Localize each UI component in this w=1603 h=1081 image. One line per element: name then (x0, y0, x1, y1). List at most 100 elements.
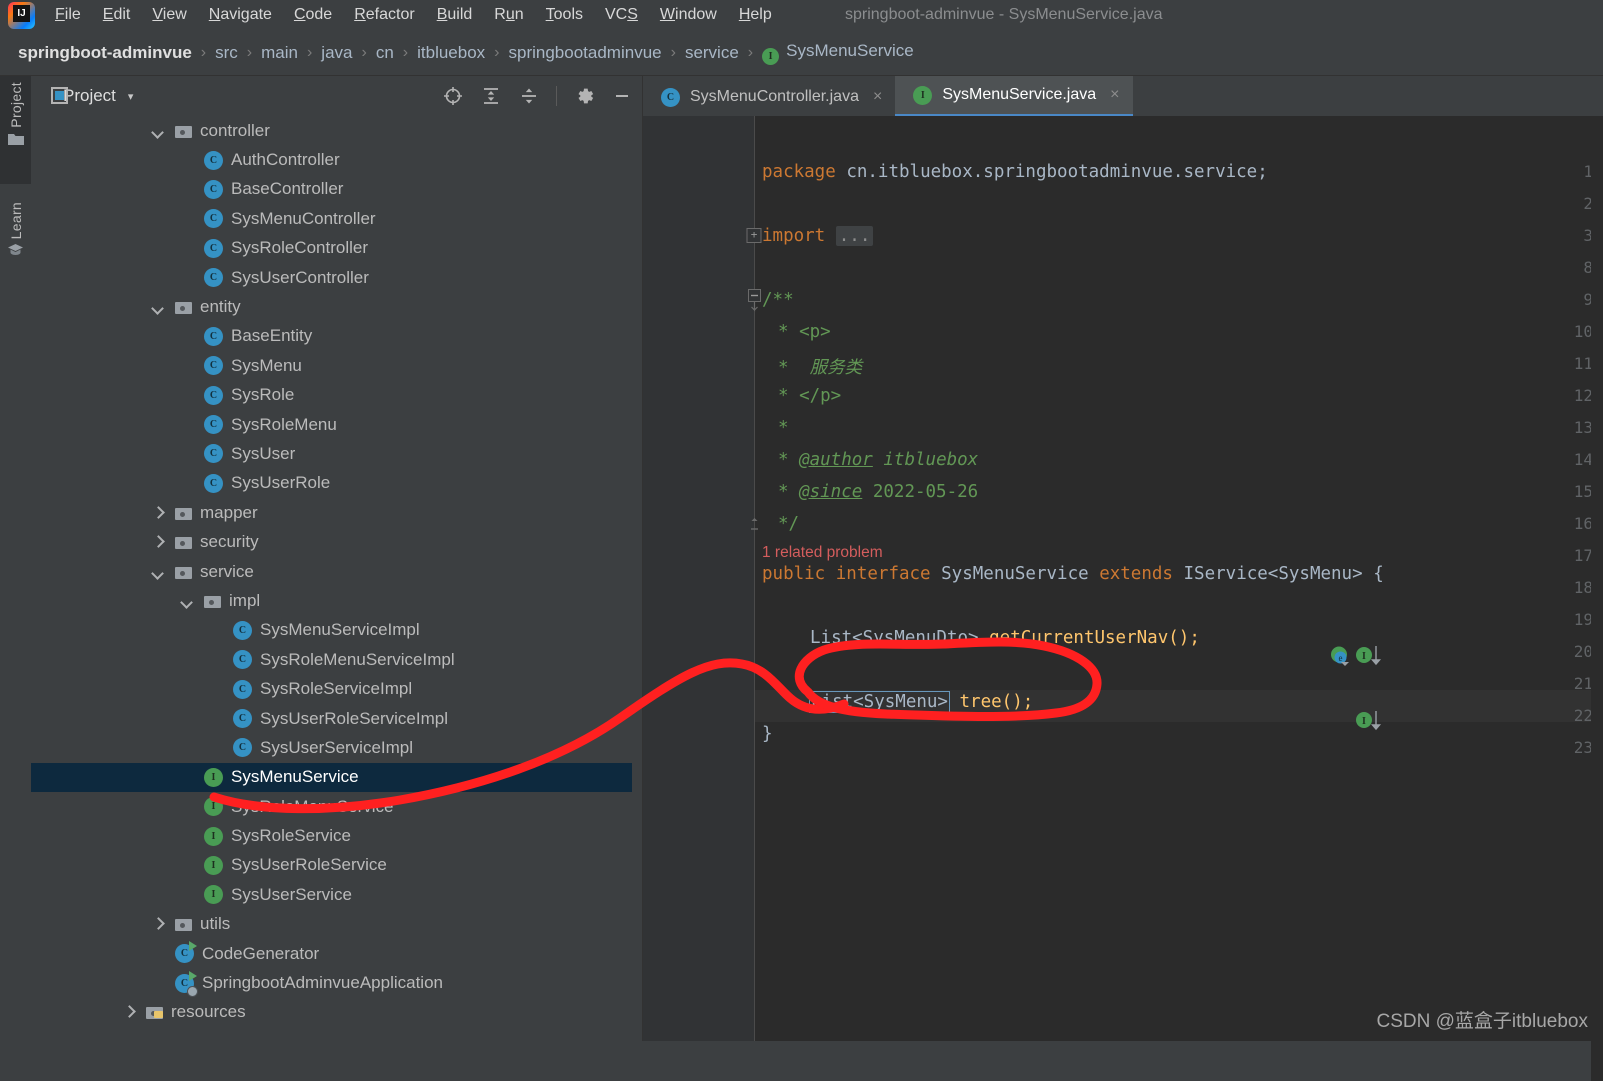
tree-node-sysrolemenuservice[interactable]: I SysRoleMenuService (31, 792, 632, 821)
menu-item-view[interactable]: View (141, 0, 197, 30)
code-editor[interactable]: 1 2 3 8 9 10 11 12 13 14 15 16 17 18 19 20 21 22 23 + e (643, 116, 1603, 1081)
chevron-down-icon[interactable] (151, 124, 165, 138)
locate-target-icon[interactable] (442, 85, 464, 107)
menu-item-build[interactable]: Build (426, 0, 484, 30)
tree-node-sysuserserviceimpl[interactable]: C SysUserServiceImpl (31, 733, 632, 762)
project-tree[interactable]: controller C AuthController C BaseController… (31, 116, 632, 1041)
chevron-down-icon[interactable] (151, 300, 165, 314)
tree-node-codegenerator[interactable]: C CodeGenerator (31, 939, 632, 968)
token-public-keyword: public (762, 564, 826, 584)
chevron-right-icon[interactable] (151, 917, 165, 931)
tree-node-basecontroller[interactable]: C BaseController (31, 175, 632, 204)
fold-end-icon[interactable] (748, 516, 761, 536)
tree-node-sysuserroleservice[interactable]: I SysUserRoleService (31, 851, 632, 880)
breadcrumb[interactable]: springboot-adminvue › src › main › java › cn › itb… (0, 30, 1603, 76)
tree-node-springbootadminvueapplication[interactable]: C SpringbootAdminvueApplication (31, 968, 632, 997)
fold-expand-icon[interactable]: + (746, 228, 762, 243)
menu-item-edit[interactable]: Edit (92, 0, 142, 30)
tree-node-sysrolemenu[interactable]: C SysRoleMenu (31, 410, 632, 439)
chevron-down-icon[interactable] (180, 594, 194, 608)
menu-item-window[interactable]: Window (649, 0, 728, 30)
implemented-method-icon[interactable]: e (1329, 645, 1355, 674)
tree-node-label: SysRoleServiceImpl (260, 679, 413, 699)
tree-node-utils[interactable]: utils (31, 910, 632, 939)
tree-node-sysrolecontroller[interactable]: C SysRoleController (31, 234, 632, 263)
editor-scrollbar[interactable] (1591, 156, 1603, 1081)
chevron-down-icon[interactable]: ▾ (128, 90, 134, 103)
breadcrumb-item-main[interactable]: main (261, 43, 298, 63)
editor-gutter[interactable] (643, 116, 754, 1041)
chevron-down-icon[interactable] (151, 565, 165, 579)
tree-node-sysroleserviceimpl[interactable]: C SysRoleServiceImpl (31, 674, 632, 703)
tree-node-controller[interactable]: controller (31, 116, 632, 145)
breadcrumb-item-springboot-adminvue[interactable]: springboot-adminvue (18, 43, 192, 63)
breadcrumb-item-service[interactable]: service (685, 43, 739, 63)
expand-all-icon[interactable] (480, 85, 502, 107)
tree-node-sysmenu[interactable]: C SysMenu (31, 351, 632, 380)
inspection-hint[interactable]: 1 related problem (762, 544, 883, 562)
close-icon[interactable]: × (873, 88, 882, 106)
tree-node-sysuserservice[interactable]: I SysUserService (31, 880, 632, 909)
menu-item-file[interactable]: File (44, 0, 92, 30)
breadcrumb-item-itbluebox[interactable]: itbluebox (417, 43, 485, 63)
breadcrumb-item-springbootadminvue[interactable]: springbootadminvue (509, 43, 662, 63)
override-down-icon-17[interactable]: I (1355, 646, 1383, 673)
menu-item-navigate[interactable]: Navigate (198, 0, 283, 30)
tree-node-sysrolemenuserviceimpl[interactable]: C SysRoleMenuServiceImpl (31, 645, 632, 674)
collapse-all-icon[interactable] (518, 85, 540, 107)
breadcrumb-item-cn[interactable]: cn (376, 43, 394, 63)
tree-node-sysmenucontroller[interactable]: C SysMenuController (31, 204, 632, 233)
line-number-23: 23 (1573, 738, 1593, 757)
token-since-tag[interactable]: @since (799, 482, 862, 502)
minimize-icon[interactable] (611, 85, 633, 107)
tree-node-baseentity[interactable]: C BaseEntity (31, 322, 632, 351)
menu-item-vcs[interactable]: VCS (594, 0, 649, 30)
rail-button-learn[interactable]: Learn (0, 196, 31, 296)
tree-node-authcontroller[interactable]: C AuthController (31, 145, 632, 174)
editor-tab-sysmenuservice-java[interactable]: I SysMenuService.java × (895, 76, 1133, 116)
tree-node-sysmenuservice[interactable]: I SysMenuService (31, 762, 632, 792)
tool-window-rail: Project Learn (0, 76, 32, 1041)
tree-node-entity[interactable]: entity (31, 292, 632, 321)
menu-item-run[interactable]: Run (483, 0, 534, 30)
menu-item-tools[interactable]: Tools (535, 0, 594, 30)
token-import-folded[interactable]: ... (835, 226, 874, 246)
chevron-right-icon[interactable] (151, 506, 165, 520)
menu-item-code[interactable]: Code (283, 0, 343, 30)
chevron-right-icon[interactable] (151, 535, 165, 549)
tree-node-sysuser[interactable]: C SysUser (31, 439, 632, 468)
breadcrumb-item-java[interactable]: java (321, 43, 352, 63)
override-down-icon-19[interactable]: I (1355, 711, 1383, 738)
class-icon: C (233, 709, 252, 728)
tree-node-sysmenuserviceimpl[interactable]: C SysMenuServiceImpl (31, 616, 632, 645)
tree-node-impl[interactable]: impl (31, 586, 632, 615)
tree-node-mapper[interactable]: mapper (31, 498, 632, 527)
close-icon[interactable]: × (1110, 86, 1119, 104)
resources-folder-icon (146, 1005, 163, 1020)
tree-node-resources[interactable]: resources (31, 998, 632, 1027)
tree-node-sysusercontroller[interactable]: C SysUserController (31, 263, 632, 292)
menu-item-refactor[interactable]: Refactor (343, 0, 425, 30)
interface-icon: I (204, 826, 223, 846)
tree-node-sysrole[interactable]: C SysRole (31, 381, 632, 410)
chevron-right-icon[interactable] (122, 1005, 136, 1019)
menu-item-help[interactable]: Help (728, 0, 783, 30)
breadcrumb-item-sysmenuservice[interactable]: I SysMenuService (762, 41, 914, 65)
tree-node-sysuserrole[interactable]: C SysUserRole (31, 469, 632, 498)
breadcrumb-item-src[interactable]: src (215, 43, 238, 63)
rail-button-project[interactable]: Project (0, 76, 31, 184)
tree-node-security[interactable]: security (31, 527, 632, 556)
token-author-tag[interactable]: @author (799, 450, 873, 470)
editor-tab-sysmenucontroller-java[interactable]: C SysMenuController.java × (643, 78, 895, 116)
tree-node-service[interactable]: service (31, 557, 632, 586)
token-m2-type[interactable]: List<SysMenu> (809, 691, 950, 713)
tree-node-sysuserroleserviceimpl[interactable]: C SysUserRoleServiceImpl (31, 704, 632, 733)
fold-collapse-icon[interactable] (748, 289, 761, 320)
token-extends-keyword: extends (1099, 564, 1173, 584)
token-package-keyword: package (762, 162, 836, 182)
breadcrumb-separator: › (306, 43, 313, 61)
tree-node-sysroleservice[interactable]: I SysRoleService (31, 821, 632, 850)
gear-icon[interactable] (573, 85, 595, 107)
